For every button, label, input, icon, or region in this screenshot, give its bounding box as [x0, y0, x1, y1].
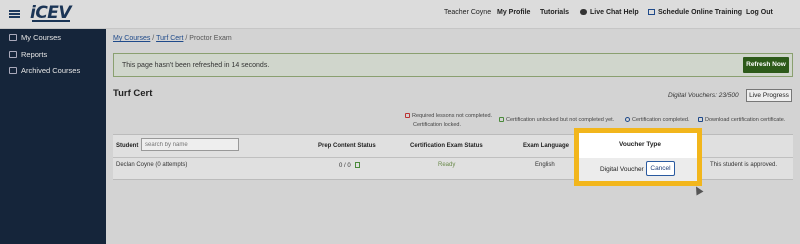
logout-label: Log Out: [746, 9, 773, 16]
chat-icon: [580, 9, 587, 15]
legend-unlocked-label: Certification unlocked but not completed…: [506, 117, 615, 123]
legend-completed-label: Certification completed.: [632, 117, 690, 123]
legend-locked: Certification locked.: [413, 122, 461, 128]
home-icon: [9, 34, 17, 41]
monitor-icon: [648, 9, 655, 15]
refresh-banner-text: This page hasn't been refreshed in 14 se…: [122, 62, 270, 69]
hamburger-menu-icon[interactable]: [9, 10, 20, 18]
sidebar-item-my-courses[interactable]: My Courses: [9, 33, 61, 42]
voucher-type-highlight: Voucher Type Digital Voucher Cancel: [574, 128, 702, 186]
cell-approval-status: This student is approved.: [710, 162, 778, 168]
document-icon[interactable]: [354, 162, 360, 168]
logo-underline: [32, 20, 70, 22]
breadcrumb-my-courses[interactable]: My Courses: [113, 35, 150, 42]
report-icon: [9, 51, 17, 58]
certificate-icon: [625, 117, 630, 122]
header-exam-status: Certification Exam Status: [410, 143, 483, 149]
sidebar: My Courses Reports Archived Courses: [0, 29, 106, 244]
legend-required-label: Required lessons not completed.: [412, 113, 493, 119]
student-search-input[interactable]: [141, 138, 239, 151]
breadcrumb-current: Proctor Exam: [189, 35, 232, 42]
sidebar-item-label: Archived Courses: [21, 66, 81, 75]
unlocked-icon: [499, 117, 504, 122]
tutorials-link[interactable]: Tutorials: [540, 9, 569, 16]
header-voucher-type: Voucher Type: [619, 141, 662, 148]
my-profile-label: My Profile: [497, 9, 531, 16]
download-icon: [698, 117, 703, 122]
legend-unlocked: Certification unlocked but not completed…: [499, 117, 614, 123]
lock-icon: [405, 113, 410, 118]
legend-download: Download certification certificate.: [698, 117, 785, 123]
tutorials-label: Tutorials: [540, 9, 570, 16]
my-profile-link[interactable]: My Profile: [497, 9, 530, 16]
header-prep-status: Prep Content Status: [318, 143, 376, 149]
breadcrumb-separator: /: [152, 35, 155, 42]
breadcrumb-separator: /: [185, 35, 188, 42]
cell-prep-status: 0 / 0: [339, 162, 360, 169]
archive-icon: [9, 67, 17, 74]
legend-required: Required lessons not completed.: [405, 113, 492, 119]
schedule-training-link[interactable]: Schedule Online Training: [648, 9, 742, 16]
prep-score: 0 / 0: [339, 163, 351, 169]
voucher-type-row-cell: Digital Voucher Cancel: [579, 158, 697, 181]
sidebar-item-label: My Courses: [21, 33, 62, 42]
live-progress-button[interactable]: Live Progress: [746, 89, 792, 102]
header-student: Student: [116, 143, 139, 149]
breadcrumb: My Courses / Turf Cert / Proctor Exam: [113, 35, 232, 42]
live-chat-link[interactable]: Live Chat Help: [580, 9, 639, 16]
digital-vouchers-count: Digital Vouchers: 23/500: [668, 92, 739, 99]
page-title: Turf Cert: [113, 88, 153, 99]
logout-link[interactable]: Log Out: [746, 9, 773, 16]
cancel-voucher-button[interactable]: Cancel: [646, 161, 675, 176]
sidebar-item-label: Reports: [21, 50, 48, 59]
live-chat-label: Live Chat Help: [590, 9, 639, 16]
sidebar-item-archived-courses[interactable]: Archived Courses: [9, 66, 80, 75]
cell-student: Declan Coyne (0 attempts): [116, 162, 188, 168]
legend-download-label: Download certification certificate.: [705, 117, 786, 123]
voucher-type-header-cell: Voucher Type: [579, 133, 697, 159]
refresh-banner: This page hasn't been refreshed in 14 se…: [113, 53, 793, 77]
top-bar: iCEV Teacher Coyne My Profile Tutorials …: [0, 0, 800, 29]
voucher-type-value: Digital Voucher: [600, 166, 644, 173]
user-name: Teacher Coyne: [444, 9, 492, 16]
refresh-now-button[interactable]: Refresh Now: [743, 57, 789, 73]
sidebar-item-reports[interactable]: Reports: [9, 50, 47, 59]
breadcrumb-turf-cert[interactable]: Turf Cert: [156, 35, 183, 42]
cell-exam-language: English: [535, 162, 555, 168]
legend-completed: Certification completed.: [625, 117, 689, 123]
cell-exam-status: Ready: [438, 162, 456, 168]
header-exam-language: Exam Language: [523, 143, 570, 149]
schedule-label: Schedule Online Training: [658, 9, 743, 16]
